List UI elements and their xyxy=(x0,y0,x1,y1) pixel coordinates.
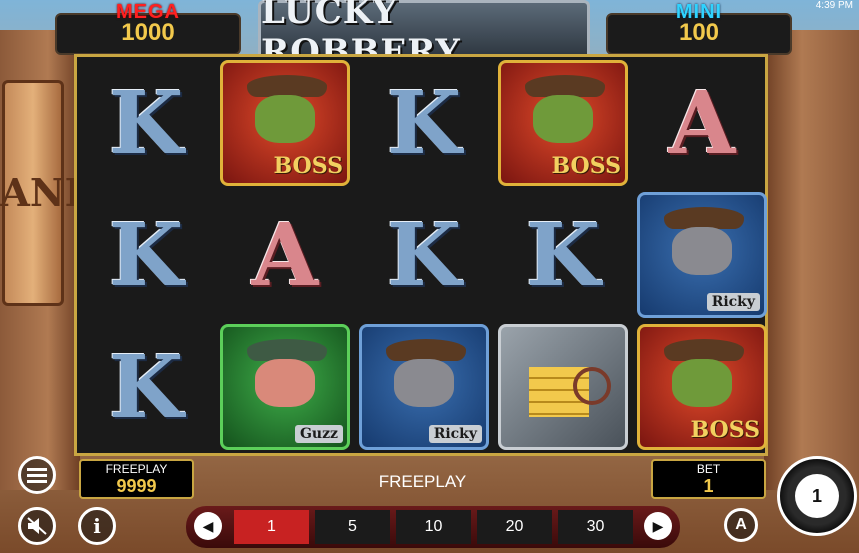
reel-4: BOSS K xyxy=(494,57,632,453)
reel-cell: K xyxy=(77,189,215,321)
character-face xyxy=(394,359,454,407)
symbol-boss: BOSS xyxy=(498,60,628,186)
reel-cell: Ricky xyxy=(355,321,493,453)
symbol-tag: BOSS xyxy=(551,153,621,179)
bank-sign: BANK xyxy=(0,80,98,306)
reel-cell: BOSS xyxy=(216,57,354,189)
hat-icon xyxy=(664,339,744,361)
symbol-guzz: Guzz xyxy=(220,324,350,450)
game-scene: BANK 4:39 PM MEGA 1000 LUCKY ROBBERY MIN… xyxy=(0,0,859,553)
bet-panel: BET 1 xyxy=(651,459,766,499)
clock: 4:39 PM xyxy=(815,0,853,11)
lines-option[interactable]: 1 xyxy=(234,510,309,544)
reel-2: BOSS A Guzz xyxy=(216,57,354,453)
hat-icon xyxy=(664,207,744,229)
hat-icon xyxy=(386,339,466,361)
bet-value: 1 xyxy=(703,476,714,496)
bank-building-right xyxy=(764,30,859,490)
symbol-letter-k: K xyxy=(108,72,184,174)
symbol-tag: BOSS xyxy=(273,153,343,179)
reel-cell: A xyxy=(216,189,354,321)
reel-cell: A xyxy=(633,57,771,189)
info-button[interactable]: i xyxy=(78,507,116,545)
symbol-letter-k: K xyxy=(386,72,462,174)
info-icon: i xyxy=(93,514,101,538)
symbol-tag: Ricky xyxy=(428,425,482,443)
character-face xyxy=(672,227,732,275)
lines-prev-button[interactable]: ◀ xyxy=(194,512,222,540)
character-face xyxy=(255,95,315,143)
autoplay-button[interactable]: A xyxy=(724,508,758,542)
reel-cell: BOSS xyxy=(494,57,632,189)
menu-button[interactable] xyxy=(18,456,56,494)
mini-jackpot-value: 100 xyxy=(678,19,720,46)
reel-cell: Guzz xyxy=(216,321,354,453)
menu-icon xyxy=(27,468,47,483)
symbol-vault xyxy=(498,324,628,450)
reel-cell: K xyxy=(355,189,493,321)
hat-icon xyxy=(247,339,327,361)
reel-grid: K K K BOSS A Guzz K K Ricky BOSS K A Ricky BOSS xyxy=(74,54,768,456)
symbol-tag: Guzz xyxy=(294,425,343,443)
bank-building-left: BANK xyxy=(0,30,98,490)
mega-jackpot: MEGA 1000 xyxy=(55,1,241,55)
lines-next-button[interactable]: ▶ xyxy=(644,512,672,540)
reel-cell: Ricky xyxy=(633,189,771,321)
lines-selector: ◀ 1 5 10 20 30 ▶ xyxy=(186,506,680,548)
mini-jackpot: MINI 100 xyxy=(606,1,792,55)
vault-dial-icon xyxy=(573,367,611,405)
reel-cell: K xyxy=(77,57,215,189)
reel-cell: K xyxy=(494,189,632,321)
hat-icon xyxy=(525,75,605,97)
mega-jackpot-value: 1000 xyxy=(121,19,175,46)
reel-cell xyxy=(494,321,632,453)
bet-label: BET xyxy=(696,462,721,476)
sound-button[interactable] xyxy=(18,507,56,545)
symbol-boss: BOSS xyxy=(220,60,350,186)
freeplay-value: 9999 xyxy=(116,476,157,496)
symbol-letter-a: A xyxy=(251,204,319,306)
chevron-right-icon: ▶ xyxy=(652,517,664,534)
symbol-letter-k: K xyxy=(386,204,462,306)
symbol-ricky: Ricky xyxy=(637,192,767,318)
symbol-tag: Ricky xyxy=(706,293,760,311)
symbol-letter-k: K xyxy=(525,204,601,306)
symbol-letter-k: K xyxy=(108,336,184,438)
lines-option[interactable]: 30 xyxy=(558,510,633,544)
character-face xyxy=(255,359,315,407)
lines-option[interactable]: 10 xyxy=(396,510,471,544)
hat-icon xyxy=(247,75,327,97)
spin-button[interactable]: 1 xyxy=(777,456,857,536)
chevron-left-icon: ◀ xyxy=(202,517,214,534)
reel-1: KKK xyxy=(77,57,215,453)
lines-option[interactable]: 5 xyxy=(315,510,390,544)
reel-cell: K xyxy=(77,321,215,453)
spin-icon: 1 xyxy=(795,474,839,518)
reel-5: A Ricky BOSS xyxy=(633,57,771,453)
symbol-tag: BOSS xyxy=(690,417,760,443)
spin-label: 1 xyxy=(811,485,822,506)
character-face xyxy=(672,359,732,407)
character-face xyxy=(533,95,593,143)
reel-3: K K Ricky xyxy=(355,57,493,453)
freeplay-label: FREEPLAY xyxy=(105,462,168,476)
sound-muted-icon xyxy=(27,517,47,535)
lines-option[interactable]: 20 xyxy=(477,510,552,544)
symbol-letter-a: A xyxy=(668,72,736,174)
symbol-ricky: Ricky xyxy=(359,324,489,450)
autoplay-label: A xyxy=(735,516,747,533)
symbol-letter-k: K xyxy=(108,204,184,306)
reel-cell: BOSS xyxy=(633,321,771,453)
freeplay-panel: FREEPLAY 9999 xyxy=(79,459,194,499)
symbol-boss: BOSS xyxy=(637,324,767,450)
reel-cell: K xyxy=(355,57,493,189)
mode-text: FREEPLAY xyxy=(378,472,467,491)
